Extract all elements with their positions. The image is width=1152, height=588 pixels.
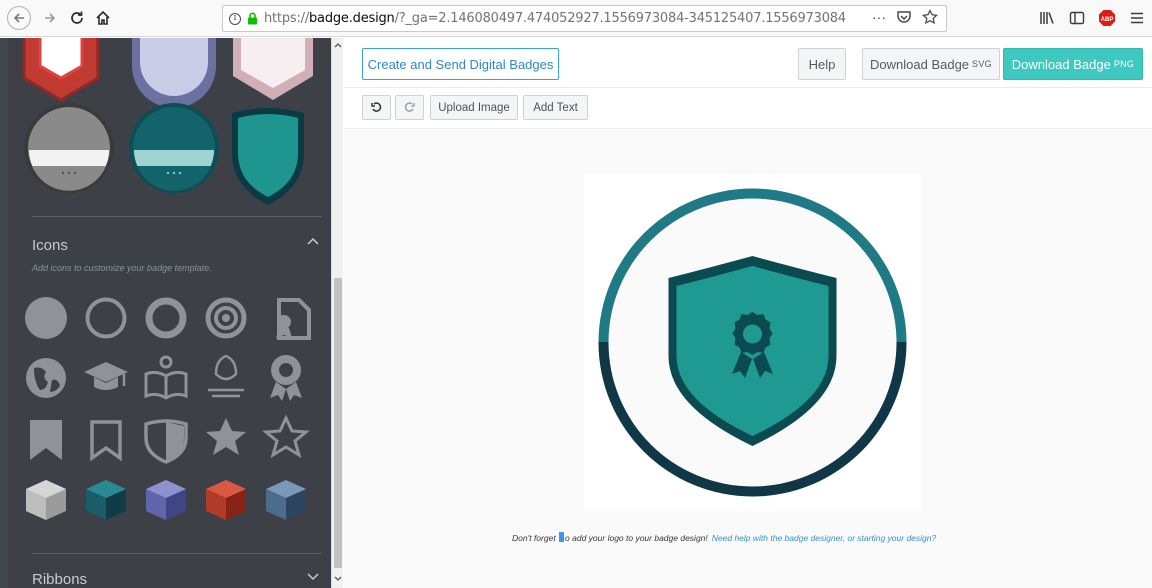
add-text-button[interactable]: Add Text bbox=[523, 95, 588, 120]
back-arrow-icon bbox=[13, 13, 24, 23]
undo-icon bbox=[371, 102, 382, 112]
icons-grid bbox=[25, 297, 311, 520]
lock-icon[interactable] bbox=[247, 12, 258, 25]
blue-cube-icon[interactable] bbox=[266, 480, 306, 520]
home-icon bbox=[96, 10, 110, 25]
reload-button[interactable] bbox=[66, 6, 88, 30]
filled-circle-icon[interactable] bbox=[25, 297, 67, 339]
footer-note: Don't forget o add your logo to your bad… bbox=[512, 532, 936, 543]
library-icon[interactable] bbox=[1032, 6, 1062, 30]
bookmark-star-icon[interactable] bbox=[922, 9, 938, 25]
scroll-thumb[interactable] bbox=[334, 278, 342, 568]
url-actions: ··· bbox=[872, 9, 938, 25]
left-sidebar: Icons Add icons to customize your badge … bbox=[0, 38, 343, 588]
icons-section-subtitle: Add icons to customize your badge templa… bbox=[32, 263, 212, 273]
text-cursor bbox=[559, 532, 565, 542]
globe-icon[interactable] bbox=[26, 358, 66, 398]
forward-button[interactable] bbox=[40, 6, 60, 30]
thick-circle-icon[interactable] bbox=[145, 297, 187, 339]
scroll-down-icon[interactable] bbox=[332, 574, 344, 586]
download-svg-suffix: SVG bbox=[972, 59, 992, 69]
shape-lavender-circle[interactable] bbox=[132, 38, 216, 108]
shape-pink-pennant[interactable] bbox=[233, 38, 313, 100]
badge-shapes-gallery bbox=[22, 38, 313, 205]
red-cube-icon[interactable] bbox=[206, 480, 246, 520]
shape-gray-circle-band[interactable] bbox=[24, 103, 114, 193]
menu-icon[interactable] bbox=[1122, 6, 1152, 30]
browser-toolbar-right: ABP bbox=[1032, 6, 1152, 30]
star-filled-icon[interactable] bbox=[206, 418, 246, 455]
graduation-cap-icon[interactable] bbox=[84, 362, 128, 390]
undo-button[interactable] bbox=[362, 95, 391, 120]
adblock-plus-icon[interactable]: ABP bbox=[1092, 6, 1122, 30]
forward-arrow-icon bbox=[45, 13, 56, 23]
home-button[interactable] bbox=[92, 6, 114, 30]
redo-icon bbox=[404, 102, 415, 112]
address-bar[interactable]: i https://badge.design/?_ga=2.146080497.… bbox=[222, 5, 947, 32]
back-button[interactable] bbox=[7, 6, 31, 30]
edit-toolbar: Upload Image Add Text bbox=[344, 89, 1152, 129]
target-icon[interactable] bbox=[205, 297, 247, 339]
url-domain: badge.design bbox=[309, 11, 395, 26]
chevron-up-icon[interactable] bbox=[307, 234, 319, 248]
design-canvas-area: Don't forget o add your logo to your bad… bbox=[344, 130, 1152, 588]
help-button[interactable]: Help bbox=[798, 48, 846, 80]
download-png-label: Download Badge bbox=[1011, 56, 1111, 72]
download-png-suffix: PNG bbox=[1113, 59, 1135, 69]
shape-red-hexagon[interactable] bbox=[22, 38, 100, 102]
download-svg-label: Download Badge bbox=[870, 56, 970, 72]
sidebar-scrollbar[interactable] bbox=[331, 38, 343, 588]
document-ribbon-icon[interactable] bbox=[276, 298, 311, 340]
sidebar-content: Icons Add icons to customize your badge … bbox=[8, 38, 335, 588]
shape-teal-shield[interactable] bbox=[232, 108, 304, 205]
info-icon[interactable]: i bbox=[229, 12, 241, 25]
page-actions-icon[interactable]: ··· bbox=[872, 9, 886, 25]
teal-cube-icon[interactable] bbox=[86, 480, 126, 520]
download-png-button[interactable]: Download Badge PNG bbox=[1003, 48, 1143, 80]
section-divider bbox=[32, 553, 322, 554]
download-svg-button[interactable]: Download Badge SVG bbox=[862, 48, 1000, 80]
chevron-down-icon[interactable] bbox=[307, 570, 319, 584]
url-prefix: https:// bbox=[264, 11, 309, 26]
bookmark-outline-icon[interactable] bbox=[90, 420, 122, 462]
badge-preview[interactable] bbox=[584, 174, 921, 511]
footer-note-end: o add your logo to your badge design! bbox=[565, 533, 708, 543]
shield-half-icon[interactable] bbox=[144, 419, 188, 464]
browser-toolbar: i https://badge.design/?_ga=2.146080497.… bbox=[0, 0, 1152, 37]
reload-icon bbox=[71, 11, 83, 24]
url-text[interactable]: https://badge.design/?_ga=2.146080497.47… bbox=[264, 11, 846, 26]
icons-section-title[interactable]: Icons bbox=[32, 237, 68, 254]
create-send-badges-button[interactable]: Create and Send Digital Badges bbox=[362, 48, 559, 80]
upload-image-button[interactable]: Upload Image bbox=[430, 95, 518, 120]
bookmark-filled-icon[interactable] bbox=[30, 420, 62, 460]
ribbons-section-title[interactable]: Ribbons bbox=[32, 571, 87, 588]
book-reader-icon[interactable] bbox=[144, 355, 188, 400]
section-divider bbox=[32, 216, 322, 217]
award-ribbon-icon[interactable] bbox=[270, 355, 302, 401]
scroll-up-icon[interactable] bbox=[332, 40, 344, 52]
shape-teal-circle-band[interactable] bbox=[129, 103, 219, 193]
help-link[interactable]: Need help with the badge designer, or st… bbox=[712, 533, 936, 543]
badge-canvas[interactable] bbox=[584, 174, 921, 511]
url-path: /?_ga=2.146080497.474052927.1556973084-3… bbox=[394, 11, 847, 26]
footer-note-start: Don't forget bbox=[512, 533, 559, 543]
star-outline-icon[interactable] bbox=[262, 414, 310, 459]
gray-cube-icon[interactable] bbox=[26, 480, 66, 520]
abp-label: ABP bbox=[1101, 17, 1114, 23]
pocket-icon[interactable] bbox=[896, 9, 912, 25]
award-laurel-icon[interactable] bbox=[208, 354, 244, 398]
redo-button[interactable] bbox=[395, 95, 424, 120]
sidebar-toggle-icon[interactable] bbox=[1062, 6, 1092, 30]
purple-cube-icon[interactable] bbox=[146, 480, 186, 520]
circle-outline-icon[interactable] bbox=[85, 297, 127, 339]
top-action-bar: Create and Send Digital Badges Help Down… bbox=[344, 38, 1152, 88]
